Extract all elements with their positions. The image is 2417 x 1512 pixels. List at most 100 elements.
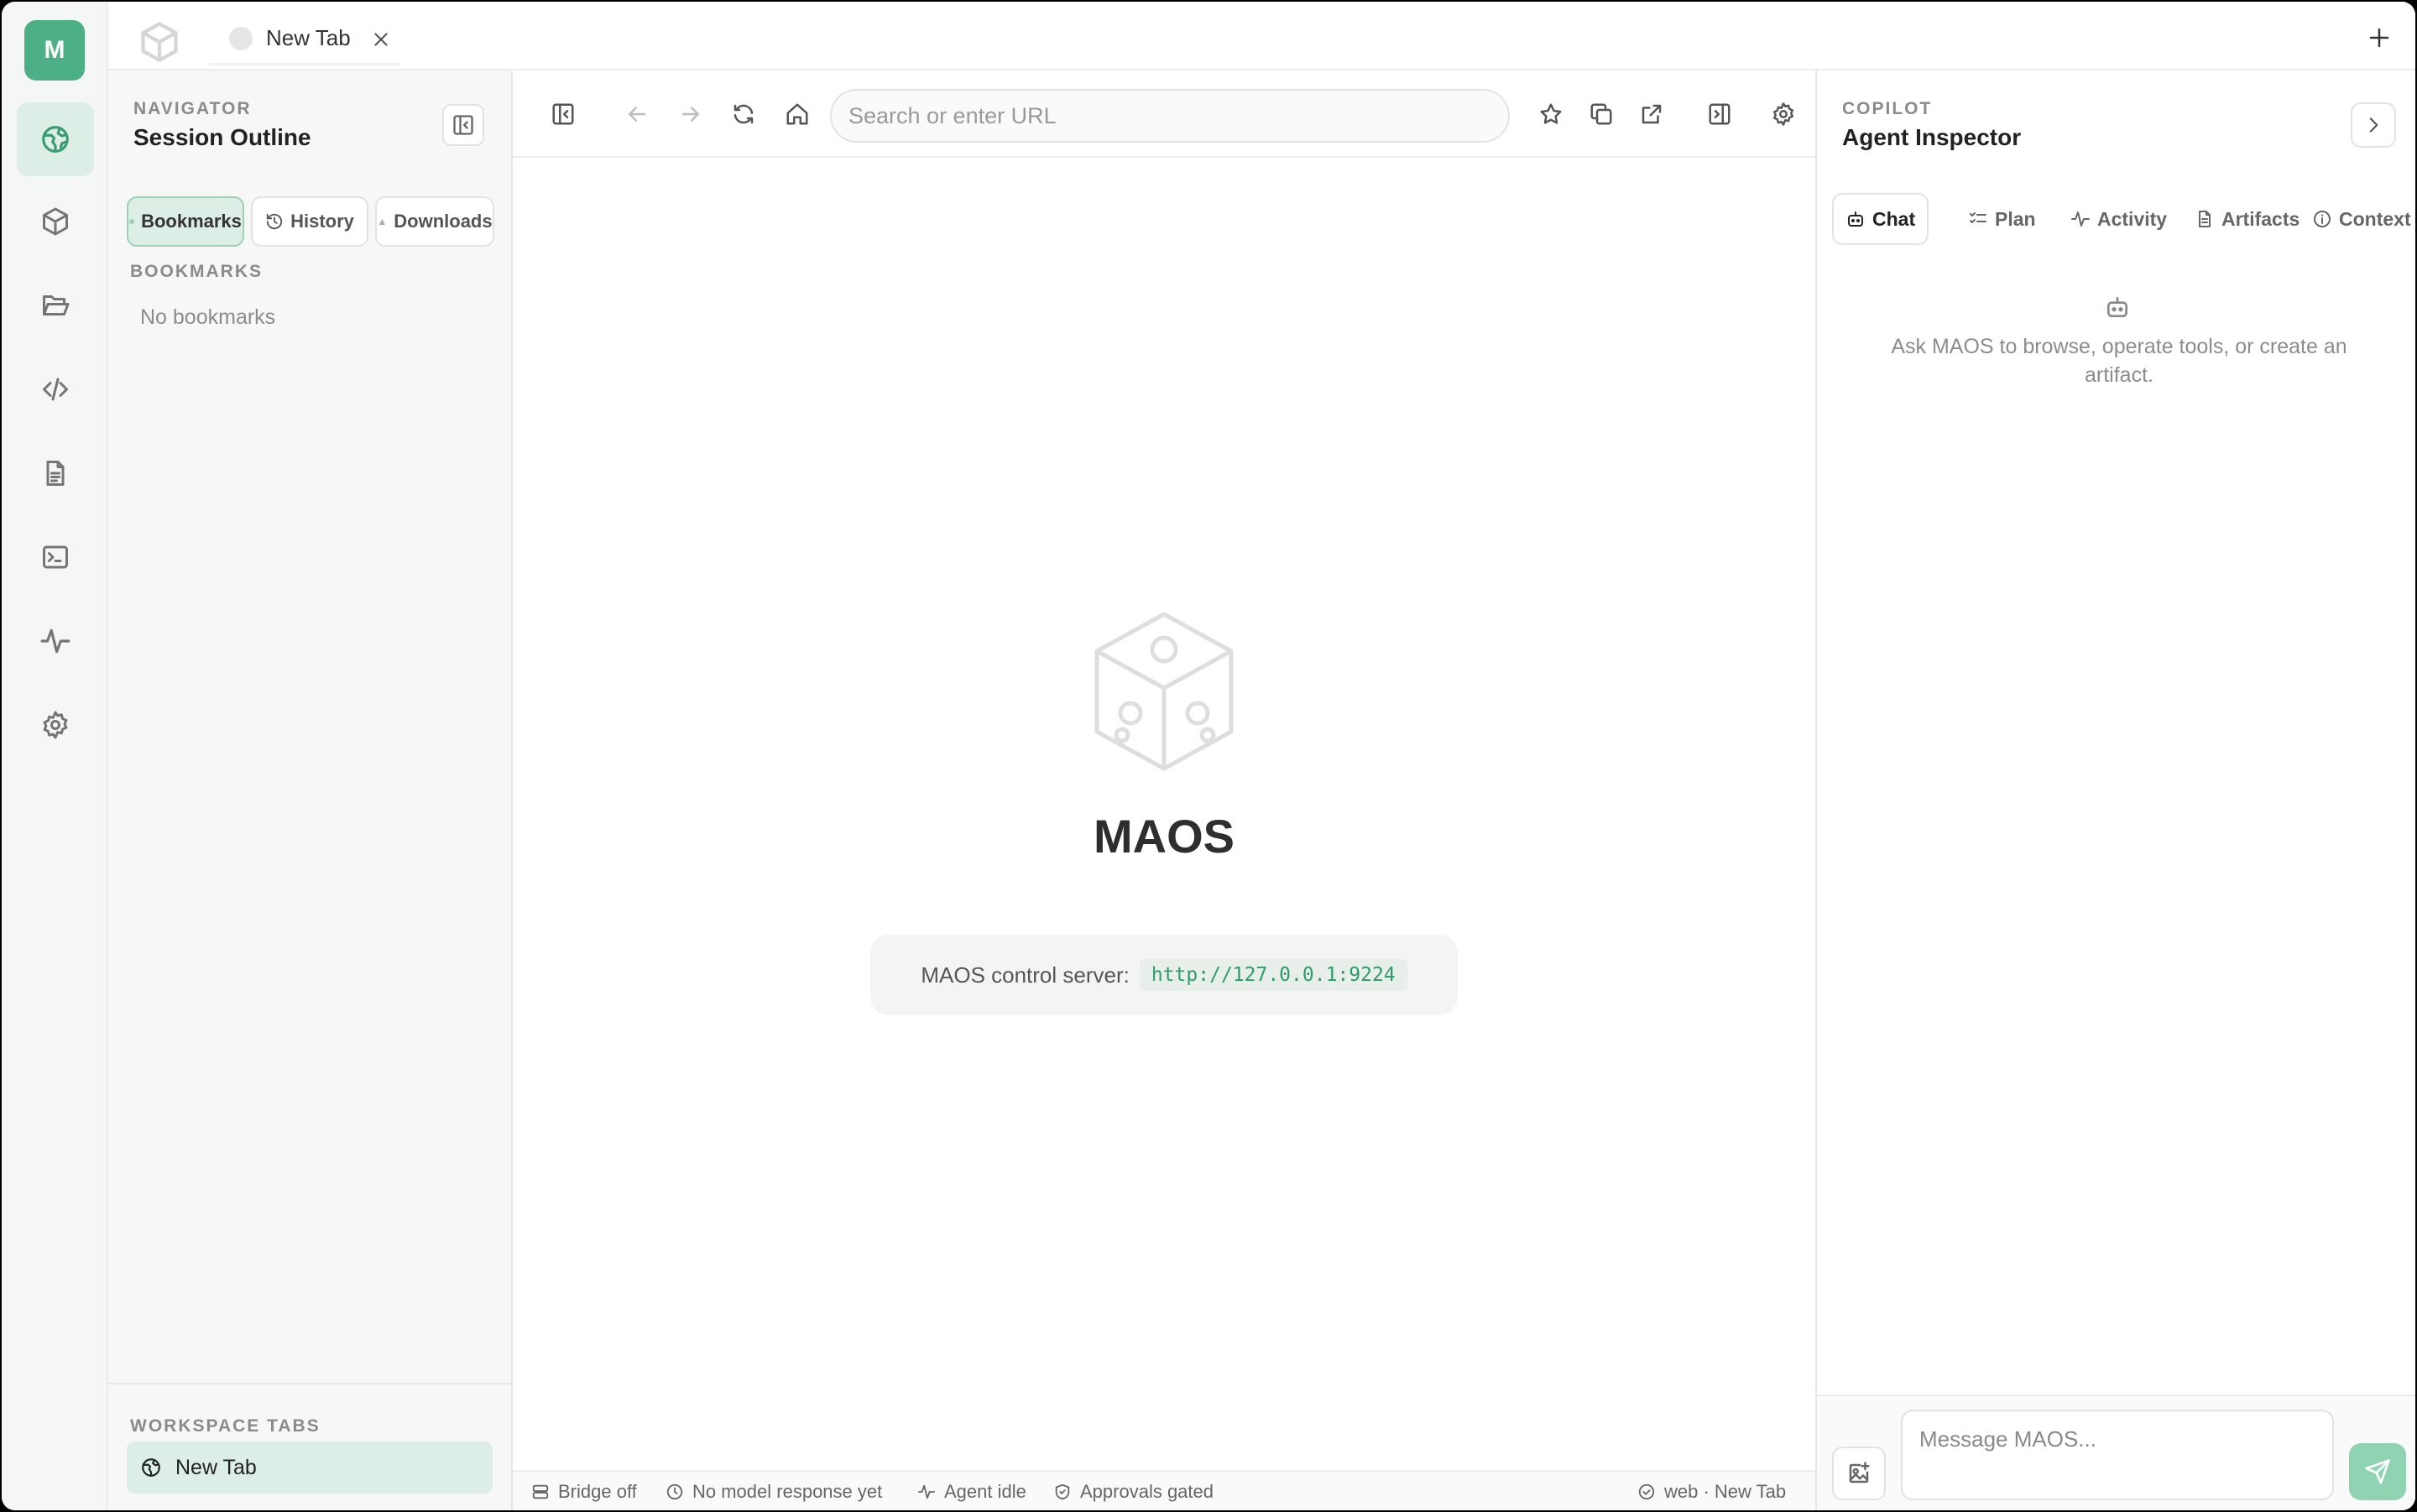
sidebar-right-icon bbox=[1709, 103, 1731, 125]
rail-code-button[interactable] bbox=[17, 352, 94, 426]
info-icon bbox=[2314, 211, 2331, 227]
segment-history[interactable]: History bbox=[251, 196, 368, 247]
external-link-icon bbox=[1642, 104, 1662, 124]
workspace-tab-item[interactable]: New Tab bbox=[127, 1442, 493, 1494]
home-icon bbox=[786, 103, 808, 125]
download-icon: ▲ bbox=[377, 216, 388, 227]
copilot-eyebrow: COPILOT bbox=[1842, 99, 1933, 118]
control-server-label: MAOS control server: bbox=[921, 962, 1130, 988]
rail-files-button[interactable] bbox=[17, 269, 94, 342]
status-bar: Bridge off No model response yet Agent i… bbox=[513, 1470, 1815, 1510]
gear-icon bbox=[43, 711, 68, 739]
rail-browser-button[interactable] bbox=[17, 102, 94, 176]
shield-icon bbox=[1055, 1483, 1070, 1500]
tab-plan[interactable]: Plan bbox=[1956, 193, 2048, 245]
new-tab-plus-icon[interactable] bbox=[2367, 25, 2392, 50]
app-rail: M bbox=[2, 2, 108, 1510]
segment-label: Bookmarks bbox=[141, 211, 242, 232]
navigator-panel: NAVIGATOR Session Outline Bookmarks Hist… bbox=[108, 70, 513, 1510]
duplicate-tab-button[interactable] bbox=[1584, 97, 1618, 131]
status-bridge-text: Bridge off bbox=[558, 1481, 637, 1502]
back-button[interactable] bbox=[620, 97, 654, 131]
tab-context[interactable]: Context bbox=[2300, 193, 2415, 245]
browser-icon bbox=[42, 126, 69, 153]
segment-label: Downloads bbox=[394, 211, 493, 232]
code-icon bbox=[43, 378, 68, 401]
star-icon bbox=[1540, 103, 1562, 124]
rail-activity-button[interactable] bbox=[17, 604, 94, 678]
tab-label: Chat bbox=[1872, 207, 1916, 230]
tab-chat[interactable]: Chat bbox=[1832, 193, 1929, 245]
open-external-button[interactable] bbox=[1635, 97, 1668, 131]
robot-icon bbox=[1848, 211, 1863, 227]
tab-bar: New Tab bbox=[108, 2, 2415, 70]
arrow-left-icon bbox=[629, 107, 645, 122]
app-window: M New Tab NAVIGATOR Session Outline Book… bbox=[2, 2, 2415, 1510]
bookmark-icon bbox=[129, 219, 135, 224]
browser-toolbar bbox=[513, 70, 1815, 158]
tab-label: Plan bbox=[1995, 207, 2036, 230]
bookmark-page-button[interactable] bbox=[1534, 97, 1568, 131]
tab-label: Activity bbox=[2097, 207, 2168, 230]
tab-label: Artifacts bbox=[2221, 207, 2300, 230]
tab-activity[interactable]: Activity bbox=[2059, 193, 2179, 245]
image-add-icon bbox=[1849, 1462, 1870, 1483]
url-input[interactable] bbox=[830, 89, 1510, 143]
status-model-text: No model response yet bbox=[692, 1481, 883, 1502]
toggle-navigator-button[interactable] bbox=[546, 97, 580, 131]
maos-cube-icon bbox=[1094, 612, 1234, 771]
status-bridge: Bridge off bbox=[531, 1472, 637, 1510]
browser-icon bbox=[142, 1458, 160, 1477]
rail-settings-button[interactable] bbox=[17, 688, 94, 762]
home-button[interactable] bbox=[780, 97, 814, 131]
workspace-tab-label: New Tab bbox=[175, 1455, 257, 1479]
collapse-navigator-button[interactable] bbox=[442, 104, 484, 146]
segment-downloads[interactable]: ▲ Downloads bbox=[375, 196, 494, 247]
copy-icon bbox=[1590, 103, 1612, 125]
tab-artifacts[interactable]: Artifacts bbox=[2183, 193, 2311, 245]
check-circle-icon bbox=[1638, 1483, 1655, 1500]
clock-icon bbox=[666, 1483, 683, 1500]
segment-bookmarks[interactable]: Bookmarks bbox=[127, 196, 244, 247]
navigator-eyebrow: NAVIGATOR bbox=[133, 99, 252, 118]
bookmarks-empty-note: No bookmarks bbox=[140, 305, 276, 329]
browser-tab[interactable]: New Tab bbox=[209, 13, 400, 65]
collapse-copilot-button[interactable] bbox=[2351, 102, 2396, 148]
toggle-copilot-button[interactable] bbox=[1703, 97, 1736, 131]
forward-button[interactable] bbox=[674, 97, 707, 131]
rail-objects-button[interactable] bbox=[17, 185, 94, 258]
control-server-url[interactable]: http://127.0.0.1:9224 bbox=[1139, 959, 1407, 991]
browser-settings-button[interactable] bbox=[1767, 97, 1800, 131]
cube-icon bbox=[43, 207, 68, 236]
message-input[interactable] bbox=[1901, 1410, 2334, 1500]
send-icon bbox=[2365, 1459, 2390, 1484]
panel-collapse-icon bbox=[453, 115, 473, 135]
user-avatar[interactable]: M bbox=[24, 20, 85, 81]
copilot-panel: COPILOT Agent Inspector Chat Plan Activi… bbox=[1815, 70, 2415, 1510]
document-icon bbox=[2199, 211, 2211, 227]
reload-button[interactable] bbox=[727, 97, 760, 131]
checklist-icon bbox=[1970, 212, 1986, 223]
rail-terminal-button[interactable] bbox=[17, 520, 94, 594]
tab-label: New Tab bbox=[266, 25, 351, 50]
copilot-header: COPILOT Agent Inspector bbox=[1842, 99, 2021, 151]
close-icon[interactable] bbox=[370, 29, 392, 50]
bookmarks-section-label: BOOKMARKS bbox=[130, 262, 263, 281]
status-context-text: web · New Tab bbox=[1664, 1481, 1787, 1502]
copilot-empty-hint: Ask MAOS to browse, operate tools, or cr… bbox=[1891, 335, 2347, 387]
status-agent: Agent idle bbox=[917, 1472, 1026, 1510]
tab-label: Context bbox=[2339, 207, 2411, 230]
sidebar-left-icon bbox=[552, 103, 574, 125]
gear-icon bbox=[1773, 102, 1793, 126]
maos-brand-title: MAOS bbox=[1094, 810, 1235, 863]
history-icon bbox=[266, 213, 283, 230]
control-server-info: MAOS control server: http://127.0.0.1:92… bbox=[870, 935, 1458, 1015]
activity-icon bbox=[917, 1484, 936, 1499]
status-approvals: Approvals gated bbox=[1053, 1472, 1214, 1510]
tab-favicon bbox=[229, 26, 253, 50]
rail-documents-button[interactable] bbox=[17, 436, 94, 510]
attach-image-button[interactable] bbox=[1832, 1447, 1886, 1500]
send-button[interactable] bbox=[2349, 1443, 2406, 1500]
reload-icon bbox=[733, 104, 754, 124]
activity-icon bbox=[40, 628, 70, 654]
